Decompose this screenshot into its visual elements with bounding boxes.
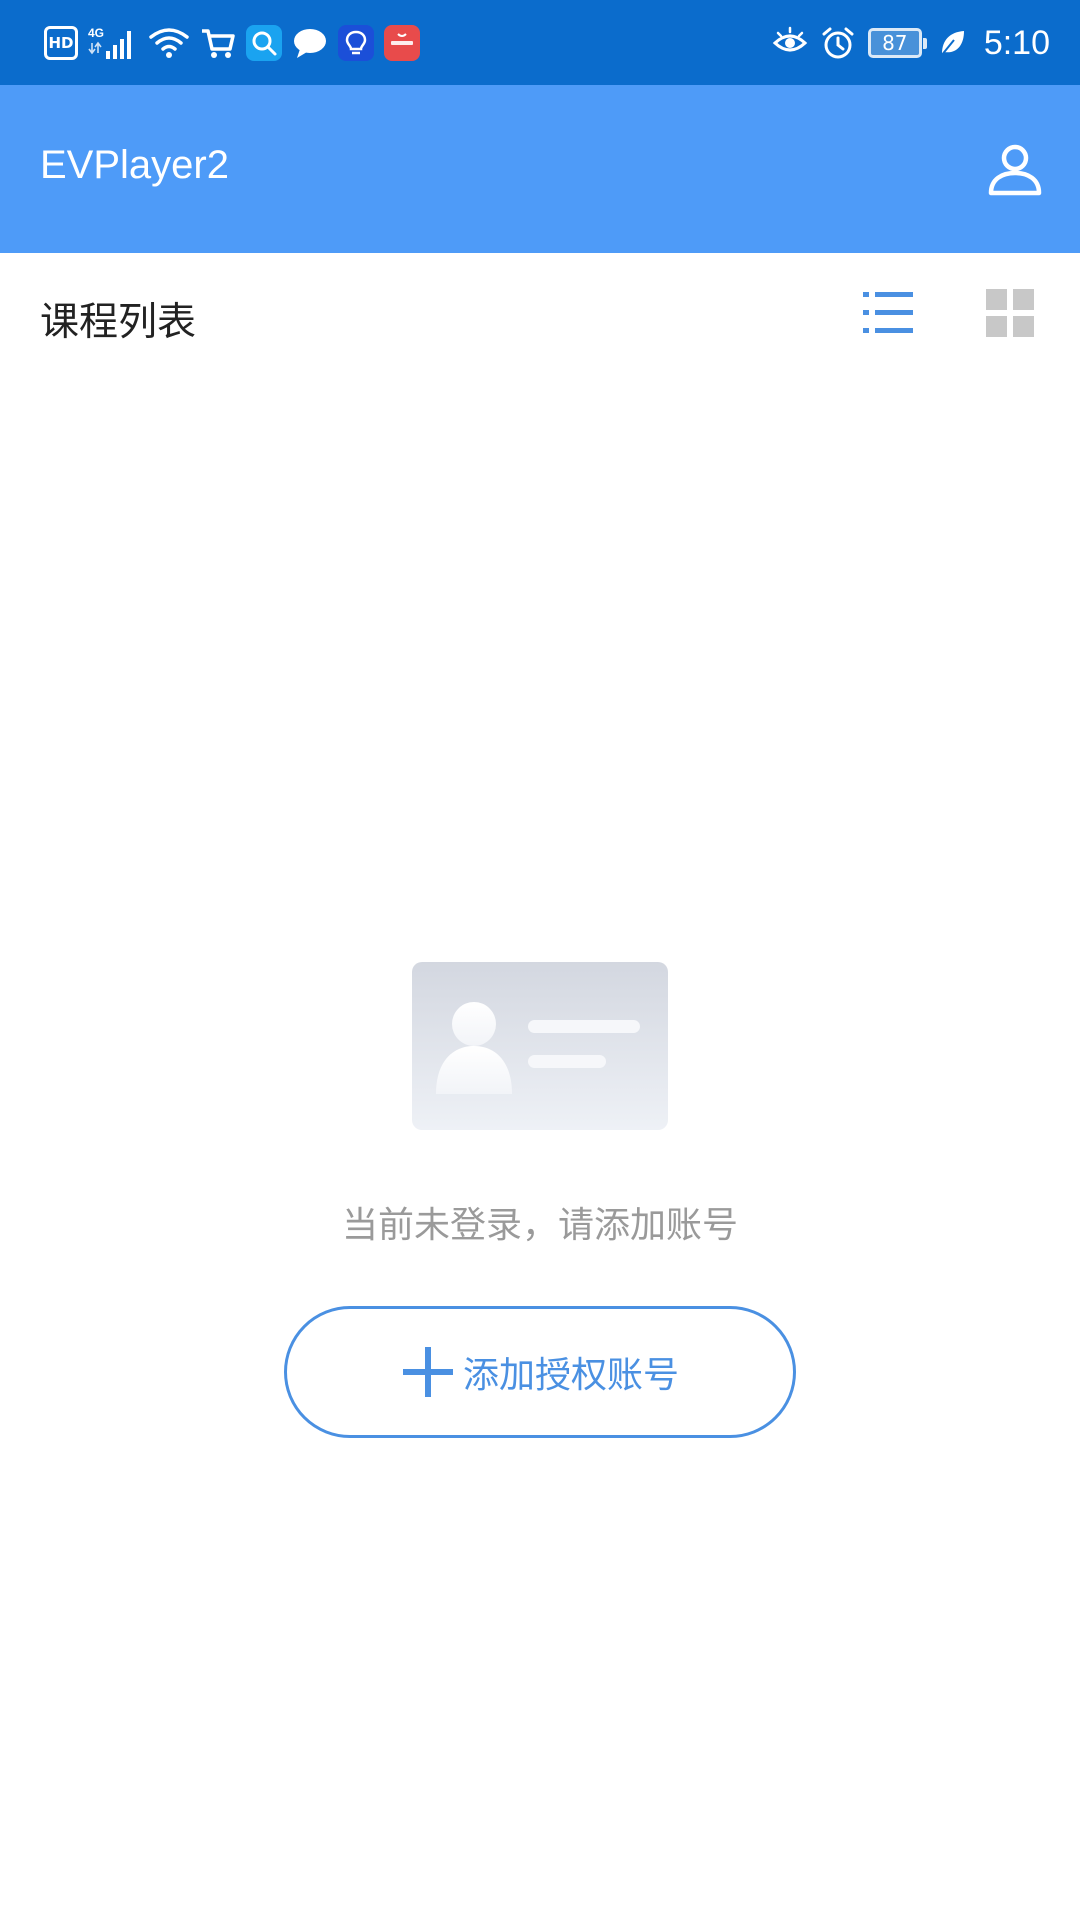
- lightbulb-icon: [338, 25, 374, 61]
- app-bar: EVPlayer2: [0, 85, 1080, 253]
- user-icon: [988, 144, 1042, 196]
- hd-icon: HD: [44, 26, 78, 60]
- id-card-icon: [410, 960, 670, 1132]
- plus-icon: [402, 1347, 453, 1397]
- network-type-label: 4G: [88, 26, 104, 40]
- leaf-icon: [938, 25, 966, 61]
- clock-time: 5:10: [983, 23, 1050, 62]
- shopping-cart-icon: [200, 25, 236, 61]
- search-app-icon: [246, 25, 282, 61]
- course-list-header: 课程列表: [0, 253, 1080, 377]
- add-authorized-account-button[interactable]: 添加授权账号: [284, 1306, 796, 1438]
- chat-bubble-icon: [292, 25, 328, 61]
- eye-comfort-icon: [772, 25, 808, 61]
- status-bar-left: HD 4G: [44, 22, 420, 64]
- wifi-icon: [148, 25, 190, 61]
- add-account-label: 添加授权账号: [462, 1355, 679, 1396]
- grid-view-button[interactable]: [984, 287, 1036, 339]
- alarm-icon: [820, 25, 856, 61]
- list-view-icon: [863, 292, 913, 333]
- grid-view-icon: [986, 289, 1034, 337]
- signal-icon: 4G: [88, 25, 138, 61]
- list-view-button[interactable]: [862, 287, 914, 339]
- battery-icon: 87: [867, 28, 927, 58]
- account-button[interactable]: [986, 141, 1044, 199]
- not-logged-in-message: 当前未登录，请添加账号: [341, 1205, 738, 1246]
- course-list-title: 课程列表: [40, 300, 197, 345]
- huawei-app-icon: [384, 25, 420, 61]
- status-bar: HD 4G 87 5:10: [0, 0, 1080, 85]
- status-bar-right: 87 5:10: [772, 20, 1050, 66]
- app-title: EVPlayer2: [40, 143, 229, 187]
